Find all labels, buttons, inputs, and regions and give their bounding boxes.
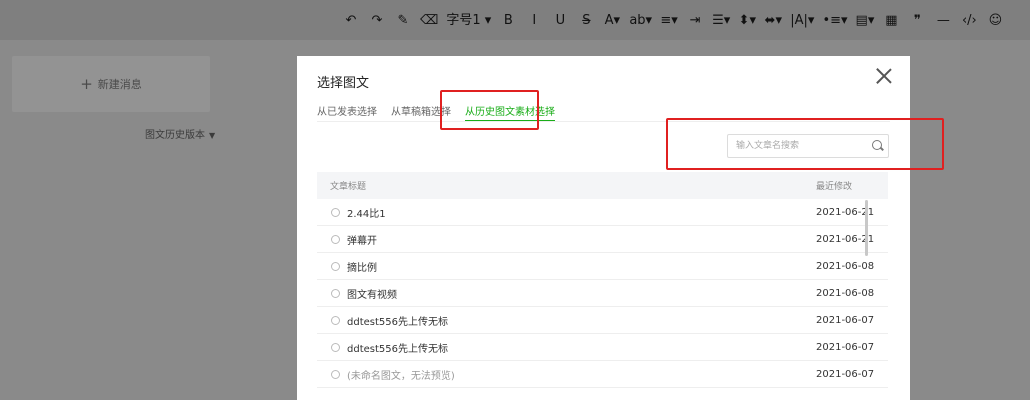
dialog-title: 选择图文 — [317, 76, 370, 91]
background-color-icon[interactable]: ab▾ — [625, 12, 656, 30]
row-date: 2021-06-07 — [816, 314, 875, 326]
row-title: ddtest556先上传无标 — [347, 343, 448, 355]
highlight-box-tab — [440, 90, 539, 130]
format-brush-icon[interactable]: ✎ — [390, 12, 416, 30]
new-message-label: 新建消息 — [97, 78, 142, 91]
row-date: 2021-06-08 — [816, 260, 875, 272]
table-row[interactable]: ddtest556先上传无标 2021-06-07 — [317, 307, 888, 334]
history-version-dropdown[interactable]: 图文历史版本 ▼ — [145, 126, 215, 141]
radio-button[interactable] — [331, 342, 340, 352]
quote-icon[interactable]: ❞ — [904, 12, 930, 30]
unordered-list-icon[interactable]: •≡▾ — [818, 12, 851, 30]
row-title: 图文有视频 — [347, 289, 397, 301]
radio-button[interactable] — [331, 234, 340, 244]
close-icon[interactable] — [876, 68, 892, 84]
row-date: 2021-06-21 — [816, 233, 875, 245]
paragraph-spacing-before-icon[interactable]: ⬍▾ — [734, 12, 760, 30]
paragraph-spacing-after-icon[interactable]: ⬌▾ — [760, 12, 786, 30]
italic-icon[interactable]: I — [521, 12, 547, 30]
code-icon[interactable]: ‹/› — [956, 12, 982, 30]
radio-button[interactable] — [331, 288, 340, 298]
clear-format-icon[interactable]: ⌫ — [416, 12, 442, 30]
new-message-button[interactable]: + 新建消息 — [12, 56, 210, 112]
row-title: 2.44比1 — [347, 208, 386, 220]
underline-icon[interactable]: U — [547, 12, 573, 30]
table-row[interactable]: 图文有视频 2021-06-08 — [317, 280, 888, 307]
history-version-label: 图文历史版本 — [145, 130, 205, 141]
bold-icon[interactable]: B — [495, 12, 521, 30]
redo-icon[interactable]: ↷ — [364, 12, 390, 30]
align-icon[interactable]: ≡▾ — [656, 12, 682, 30]
radio-button[interactable] — [331, 315, 340, 325]
divider-icon[interactable]: — — [930, 12, 956, 30]
header-title: 文章标题 — [330, 182, 367, 192]
highlight-box-search — [666, 118, 944, 170]
table-row[interactable]: 2.44比1 2021-06-21 — [317, 199, 888, 226]
font-size-icon[interactable]: 字号1 ▾ — [442, 12, 495, 30]
row-date: 2021-06-21 — [816, 206, 875, 218]
radio-button[interactable] — [331, 369, 340, 379]
tab-published[interactable]: 从已发表选择 — [317, 103, 377, 122]
table-header: 文章标题 最近修改 — [317, 172, 888, 199]
table-scrollbar[interactable] — [865, 200, 868, 256]
toolbar-tools: ↶ ↷ ✎ ⌫ 字号1 ▾ B I U S̶ A▾ ab▾ ≡▾ ⇥ ☰▾ ⬍▾ ⬌▾ |A|▾ •≡▾ ▤▾ ▦ ❞ —… — [338, 12, 1008, 30]
new-message-card[interactable]: + 新建消息 — [12, 56, 210, 112]
table-row[interactable]: 弹幕开 2021-06-21 — [317, 226, 888, 253]
font-color-icon[interactable]: A▾ — [599, 12, 625, 30]
header-date: 最近修改 — [816, 182, 853, 192]
strikethrough-icon[interactable]: S̶ — [573, 12, 599, 30]
emoji-icon[interactable]: ☺ — [982, 12, 1008, 30]
line-height-icon[interactable]: ☰▾ — [708, 12, 734, 30]
row-date: 2021-06-07 — [816, 368, 875, 380]
letter-spacing-icon[interactable]: |A|▾ — [786, 12, 818, 30]
row-date: 2021-06-08 — [816, 287, 875, 299]
row-title: (未命名图文，无法预览) — [347, 370, 455, 382]
row-date: 2021-06-07 — [816, 341, 875, 353]
table-row[interactable]: 摘比例 2021-06-08 — [317, 253, 888, 280]
plus-icon: + — [80, 74, 93, 93]
table-row[interactable]: (未命名图文，无法预览) 2021-06-07 — [317, 361, 888, 388]
row-title: ddtest556先上传无标 — [347, 316, 448, 328]
table-body: 2.44比1 2021-06-21 弹幕开 2021-06-21 摘比例 2021-06-… — [317, 199, 888, 388]
article-table: 文章标题 最近修改 2.44比1 2021-06-21 弹幕开 2021-06-21 摘… — [317, 172, 888, 388]
row-title: 弹幕开 — [347, 235, 377, 247]
table-row[interactable]: ddtest556先上传无标 2021-06-07 — [317, 334, 888, 361]
radio-button[interactable] — [331, 207, 340, 217]
undo-icon[interactable]: ↶ — [338, 12, 364, 30]
table-icon[interactable]: ▦ — [878, 12, 904, 30]
editor-toolbar: ↶ ↷ ✎ ⌫ 字号1 ▾ B I U S̶ A▾ ab▾ ≡▾ ⇥ ☰▾ ⬍▾ ⬌▾ |A|▾ •≡▾ ▤▾ ▦ ❞ —… — [0, 0, 1030, 40]
radio-button[interactable] — [331, 261, 340, 271]
ordered-list-icon[interactable]: ▤▾ — [852, 12, 879, 30]
select-article-dialog: 选择图文 从已发表选择 从草稿箱选择 从历史图文素材选择 文章标题 最近修改 2… — [297, 56, 944, 400]
row-title: 摘比例 — [347, 262, 377, 274]
caret-down-icon: ▼ — [209, 131, 216, 140]
indent-icon[interactable]: ⇥ — [682, 12, 708, 30]
